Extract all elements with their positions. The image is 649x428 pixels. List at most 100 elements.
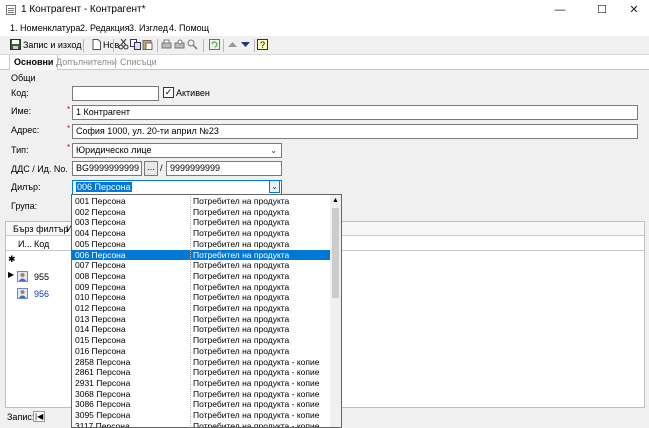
dropdown-item-code: 3095 Персона — [75, 410, 131, 420]
dropdown-item[interactable]: 015 Персона Потребител на продукта — [72, 335, 331, 347]
grid-col-code[interactable]: Код — [34, 239, 49, 249]
print-preview-icon[interactable] — [174, 39, 185, 50]
copy-icon[interactable] — [130, 39, 141, 50]
move-down-icon[interactable] — [240, 39, 251, 50]
id-number-field[interactable]: 9999999999 — [166, 161, 282, 176]
dropdown-item[interactable]: 3095 Персона Потребител на продукта - коп… — [72, 410, 331, 421]
dropdown-item-desc: Потребител на продукта — [193, 303, 290, 313]
table-row[interactable]: 956 — [6, 286, 81, 302]
refresh-icon[interactable] — [209, 39, 220, 50]
dropdown-item-desc: Потребител на продукта - копие — [193, 356, 320, 367]
dropdown-scrollbar[interactable]: ▲ — [330, 195, 341, 427]
find-icon[interactable] — [187, 39, 198, 50]
dropdown-item[interactable]: 008 Персона Потребител на продукта — [72, 270, 331, 282]
new-button[interactable]: Нов — [103, 40, 119, 55]
dealer-value: 006 Персона — [76, 182, 132, 192]
type-select[interactable]: Юридическо лице ⌄ — [72, 143, 282, 158]
chevron-down-icon[interactable]: ⌄ — [269, 181, 280, 193]
dropdown-item[interactable]: 016 Персона Потребител на продукта — [72, 345, 331, 357]
new-document-icon — [92, 39, 101, 50]
required-marker: * — [67, 105, 71, 114]
menu-help[interactable]: 4. Помощ — [169, 23, 209, 33]
dropdown-item[interactable]: 3086 Персона Потребител на продукта - коп… — [72, 399, 331, 411]
dropdown-item-desc: Потребител на продукта — [193, 292, 290, 303]
move-up-icon[interactable] — [227, 39, 238, 50]
new-row-marker: ✱ — [8, 254, 16, 264]
dealer-combobox[interactable]: 006 Персона ⌄ — [72, 180, 282, 195]
dropdown-item-desc: Потребител на продукта — [193, 313, 290, 324]
row-code: 955 — [34, 272, 50, 282]
scroll-up-icon[interactable]: ▲ — [331, 196, 340, 205]
column-divider — [190, 367, 191, 379]
dropdown-item[interactable]: 009 Персона Потребител на продукта — [72, 281, 331, 293]
dropdown-item[interactable]: 001 Персона Потребител на продукта — [72, 196, 331, 207]
dropdown-item-desc: Потребител на продукта — [193, 281, 290, 292]
dropdown-item[interactable]: 012 Персона Потребител на продукта — [72, 303, 331, 314]
paste-icon[interactable] — [142, 39, 153, 50]
dropdown-item[interactable]: 2858 Персона Потребител на продукта - коп… — [72, 356, 331, 368]
save-close-button[interactable]: Запис и изход — [23, 40, 81, 55]
help-icon[interactable]: ? — [257, 39, 268, 50]
vat-browse-button[interactable]: ... — [144, 161, 158, 176]
tab-lists[interactable]: Списъци — [116, 55, 161, 70]
dropdown-item[interactable]: 3068 Персона Потребител на продукта - коп… — [72, 388, 331, 400]
dropdown-item[interactable]: 002 Персона Потребител на продукта — [72, 206, 331, 218]
maximize-button[interactable]: ☐ — [587, 0, 617, 20]
column-divider — [190, 377, 191, 389]
column-divider — [190, 303, 191, 314]
close-button[interactable]: ✕ — [619, 0, 649, 20]
column-divider — [190, 281, 191, 293]
scroll-thumb[interactable] — [332, 208, 339, 298]
dropdown-item[interactable]: 004 Персона Потребител на продукта — [72, 228, 331, 240]
dropdown-item[interactable]: 2861 Персона Потребител на продукта - коп… — [72, 367, 331, 379]
dropdown-item[interactable]: 006 Персона Потребител на продукта — [72, 249, 331, 261]
name-field[interactable]: 1 Контрагент — [72, 105, 638, 120]
dropdown-item[interactable]: 003 Персона Потребител на продукта — [72, 217, 331, 229]
dropdown-item-desc: Потребител на продукта — [193, 249, 290, 260]
dropdown-item[interactable]: 2931 Персона Потребител на продукта - коп… — [72, 377, 331, 389]
column-divider — [190, 228, 191, 240]
column-divider — [190, 292, 191, 304]
dropdown-item-code: 016 Персона — [75, 345, 126, 356]
print-icon[interactable] — [161, 39, 172, 50]
grid-new-row[interactable]: ✱ — [6, 252, 81, 268]
tab-additional[interactable]: Допълнителни — [52, 55, 121, 70]
column-divider — [190, 196, 191, 207]
address-field[interactable]: София 1000, ул. 20-ти април №23 — [72, 124, 638, 139]
dropdown-item-code: 2861 Персона — [75, 367, 131, 378]
dropdown-item-desc: Потребител на продукта - копие — [193, 420, 320, 428]
dropdown-item-code: 3086 Персона — [75, 399, 131, 410]
minimize-button[interactable]: — — [545, 0, 575, 20]
record-label: Запис: — [7, 412, 35, 422]
vat-slash: / — [160, 163, 163, 173]
dropdown-item-code: 3068 Персона — [75, 388, 131, 399]
grid-col-icon[interactable]: И... — [18, 239, 32, 249]
dropdown-item[interactable]: 014 Персона Потребител на продукта — [72, 324, 331, 336]
dropdown-item-desc: Потребител на продукта — [193, 335, 290, 346]
dropdown-item-code: 014 Персона — [75, 324, 126, 335]
menu-view[interactable]: 3. Изглед — [129, 23, 168, 33]
dropdown-item-code: 013 Персона — [75, 313, 126, 324]
vat-field[interactable]: BG9999999999 — [72, 161, 142, 176]
cut-icon[interactable] — [118, 39, 129, 50]
toolbar-separator — [254, 39, 255, 52]
dropdown-item[interactable]: 005 Персона Потребител на продукта — [72, 238, 331, 250]
dropdown-item[interactable]: 010 Персона Потребител на продукта — [72, 292, 331, 304]
toolbar-separator — [83, 39, 84, 52]
first-record-button[interactable]: |◀ — [33, 411, 46, 422]
active-checkbox[interactable]: ✓ — [163, 87, 174, 98]
dropdown-item[interactable]: 007 Персона Потребител на продукта — [72, 260, 331, 272]
dropdown-item-code: 012 Персона — [75, 303, 126, 313]
dropdown-item-desc: Потребител на продукта — [193, 260, 290, 271]
table-row[interactable]: ▶ 955 — [6, 269, 81, 285]
dropdown-item[interactable]: 3117 Персона Потребител на продукта - коп… — [72, 420, 331, 428]
menu-nomenclature[interactable]: 1. Номенклатура — [10, 23, 80, 33]
dealer-dropdown-list[interactable]: 001 Персона Потребител на продукта 002 Пер… — [71, 194, 342, 428]
menu-edit[interactable]: 2. Редакция — [80, 23, 130, 33]
dropdown-item[interactable]: 013 Персона Потребител на продукта — [72, 313, 331, 325]
column-divider — [190, 238, 191, 250]
code-field[interactable] — [72, 86, 159, 101]
quick-filter-button[interactable]: Бърз филтър — [13, 224, 69, 234]
toolbar-separator — [157, 39, 158, 52]
column-divider — [190, 388, 191, 400]
